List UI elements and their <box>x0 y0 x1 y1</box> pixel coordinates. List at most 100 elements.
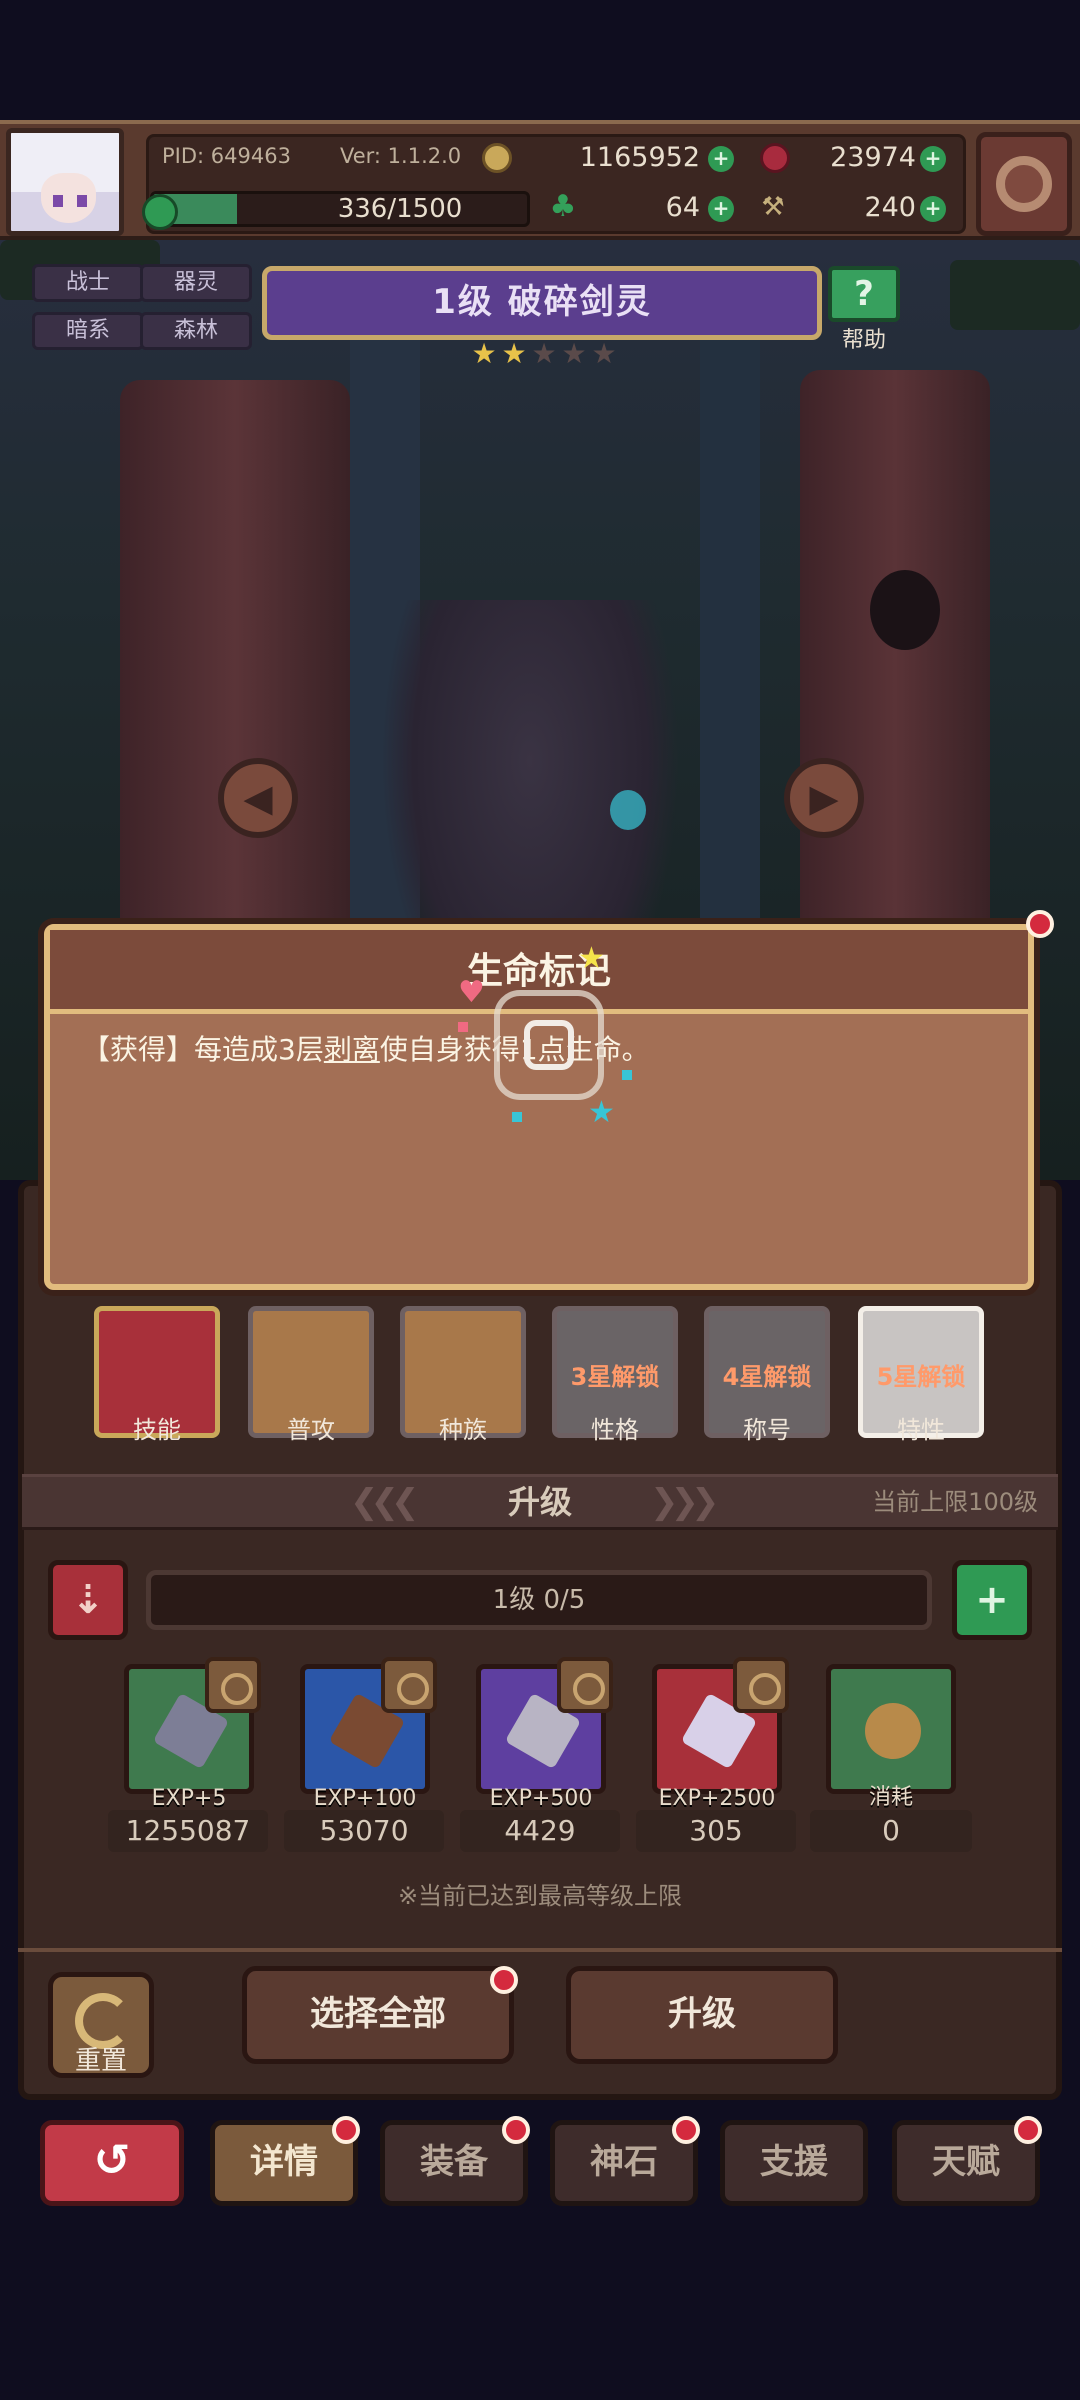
tab-label: 种族 <box>439 1416 487 1444</box>
exp-text: 336/1500 <box>337 194 463 224</box>
nav-support[interactable]: 支援 <box>720 2120 868 2206</box>
item-count: 1255087 <box>108 1810 268 1852</box>
item-info-badge-icon[interactable] <box>733 1657 789 1713</box>
player-id: PID: 649463 <box>162 144 291 168</box>
item-exp-label: EXP+2500 <box>658 1786 776 1811</box>
hammer-icon: ⚒ <box>761 192 785 222</box>
star-empty-icon: ★ <box>591 337 617 370</box>
exp-item-scroll[interactable]: EXP+100 <box>300 1657 437 1811</box>
cost-item: 消耗 <box>826 1664 956 1810</box>
level-up-plus-icon[interactable]: + <box>952 1560 1032 1640</box>
add-gold-plus-icon[interactable]: + <box>708 146 734 172</box>
class-tag: 战士 <box>32 264 144 302</box>
player-avatar[interactable] <box>6 128 124 236</box>
notification-dot <box>1014 2116 1042 2144</box>
tab-label: 技能 <box>133 1416 181 1444</box>
lock-label: 4星解锁 <box>722 1363 812 1391</box>
help-icon: ? <box>828 266 900 322</box>
exp-item-small[interactable]: EXP+5 <box>124 1657 261 1811</box>
gem-amount: 23974 <box>830 142 916 173</box>
tab-label: 特性 <box>897 1416 945 1444</box>
notification-dot <box>490 1966 518 1994</box>
star-rating: ★ ★ ★ ★ ★ <box>470 340 618 368</box>
add-hammer-plus-icon[interactable]: + <box>920 196 946 222</box>
star-empty-icon: ★ <box>561 337 587 370</box>
section-divider <box>18 1948 1062 1952</box>
sparkle-dot <box>622 1070 632 1080</box>
avatar-eye <box>77 195 87 207</box>
reset-button[interactable]: 重置 <box>48 1972 154 2078</box>
element-tag: 暗系 <box>32 312 144 350</box>
item-exp-label: EXP+5 <box>151 1786 227 1811</box>
tab-label: 称号 <box>743 1416 791 1444</box>
level-down-icon[interactable]: ⇣ <box>48 1560 128 1640</box>
trait-tooltip[interactable]: 生命标记 【获得】每造成3层剥离使自身获得1点生命。 <box>44 924 1034 1290</box>
player-exp-bar: 336/1500 <box>150 191 530 227</box>
exp-item-potion[interactable]: EXP+2500 <box>652 1657 789 1811</box>
level-progress-bar: 1级 0/5 <box>146 1570 932 1630</box>
region-tag: 森林 <box>140 312 252 350</box>
avatar-face <box>41 173 96 223</box>
sparkle-dot <box>512 1112 522 1122</box>
prev-character-arrow[interactable]: ◀ <box>218 758 298 838</box>
tab-label: 普攻 <box>287 1416 335 1444</box>
item-count: 4429 <box>460 1810 620 1852</box>
sparkle-dot <box>458 1022 468 1032</box>
level-limit-text: 当前上限100级 <box>872 1488 1038 1516</box>
item-count: 53070 <box>284 1810 444 1852</box>
cost-count: 0 <box>810 1810 972 1852</box>
star-empty-icon: ★ <box>531 337 557 370</box>
help-button[interactable]: ? 帮助 <box>828 266 900 353</box>
leaf-level-icon <box>142 194 178 230</box>
add-gem-plus-icon[interactable]: + <box>920 146 946 172</box>
spirit-flame <box>610 790 646 830</box>
exp-item-ore[interactable]: EXP+500 <box>476 1657 613 1811</box>
lock-label: 3星解锁 <box>570 1363 660 1391</box>
clover-count: 64 <box>665 192 700 223</box>
item-info-badge-icon[interactable] <box>205 1657 261 1713</box>
red-gem-icon <box>760 143 790 173</box>
notification-dot <box>672 2116 700 2144</box>
type-tag: 器灵 <box>140 264 252 302</box>
upgrade-button[interactable]: 升级 <box>566 1966 838 2064</box>
next-character-arrow[interactable]: ▶ <box>784 758 864 838</box>
notification-dot <box>502 2116 530 2144</box>
notification-dot <box>1026 910 1054 938</box>
help-label: 帮助 <box>841 328 886 353</box>
tree-hollow <box>870 570 940 650</box>
star-filled-icon: ★ <box>471 337 497 370</box>
clover-icon: ♣ <box>549 189 577 224</box>
tap-ripple-inner <box>524 1020 574 1070</box>
gold-coin-icon <box>865 1703 921 1759</box>
star-sparkle-icon: ★ <box>578 941 605 976</box>
star-filled-icon: ★ <box>501 337 527 370</box>
gold-coin-icon <box>482 143 512 173</box>
item-info-badge-icon[interactable] <box>381 1657 437 1713</box>
add-clover-plus-icon[interactable]: + <box>708 196 734 222</box>
tooltip-prefix: 【获得】每造成3层 <box>82 1033 324 1066</box>
item-exp-label: 消耗 <box>868 1785 913 1810</box>
game-screen: ◀ ▶ PID: 649463 Ver: 1.1.2.0 1165952 + 2… <box>0 0 1080 2400</box>
item-info-badge-icon[interactable] <box>557 1657 613 1713</box>
settings-gear-icon[interactable] <box>976 132 1072 236</box>
tab-label: 性格 <box>591 1416 639 1444</box>
hammer-count: 240 <box>864 192 916 223</box>
gold-amount: 1165952 <box>579 142 700 173</box>
avatar-eye <box>53 195 63 207</box>
leaf-cluster <box>950 260 1080 330</box>
reset-label: 重置 <box>74 2046 127 2076</box>
lock-label: 5星解锁 <box>876 1363 966 1391</box>
back-button[interactable]: ↺ <box>40 2120 184 2206</box>
item-exp-label: EXP+100 <box>313 1786 417 1811</box>
tooltip-keyword-link[interactable]: 剥离 <box>324 1033 380 1066</box>
star-sparkle-icon: ★ <box>588 1095 615 1130</box>
select-all-button[interactable]: 选择全部 <box>242 1966 514 2064</box>
background-tree <box>700 290 760 940</box>
heart-sparkle-icon: ♥ <box>458 975 485 1010</box>
character-name-banner: 1级 破碎剑灵 <box>262 266 822 340</box>
item-count: 305 <box>636 1810 796 1852</box>
item-exp-label: EXP+500 <box>489 1786 593 1811</box>
game-version: Ver: 1.1.2.0 <box>340 144 462 168</box>
tap-ripple-effect <box>494 990 604 1100</box>
max-level-note: ※当前已达到最高等级上限 <box>397 1882 683 1910</box>
